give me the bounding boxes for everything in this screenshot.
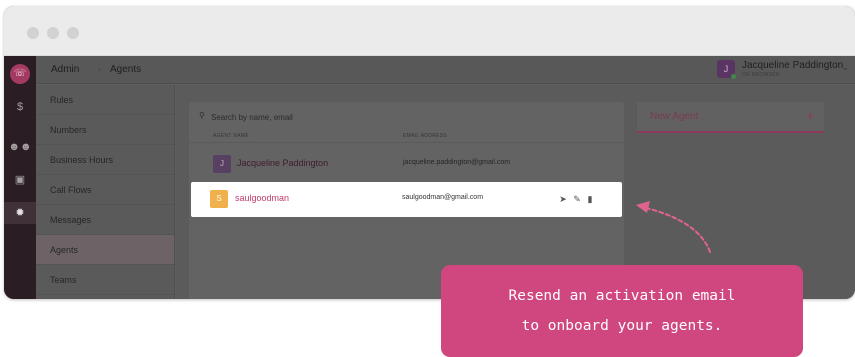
chevron-down-icon[interactable]: ⌄ bbox=[841, 62, 849, 73]
sidebar-item-numbers[interactable]: Numbers bbox=[36, 115, 174, 145]
search-bar: ⚲ bbox=[199, 110, 499, 124]
top-bar: Admin › Agents J Jacqueline Paddington O… bbox=[36, 56, 855, 84]
search-input[interactable] bbox=[211, 110, 491, 124]
breadcrumb-current: Agents bbox=[110, 64, 142, 75]
agent-email: jacqueline.paddington@gmail.com bbox=[403, 159, 511, 166]
icon-rail: ☏ $ ☻☻ ▣ ✹ bbox=[4, 56, 36, 299]
sidebar-item-call-flows[interactable]: Call Flows bbox=[36, 175, 174, 205]
avatar: J bbox=[213, 155, 231, 173]
app-window: ☏ $ ☻☻ ▣ ✹ Admin › Agents J Jacqueline P… bbox=[4, 6, 855, 299]
agent-name[interactable]: Jacqueline Paddington bbox=[237, 158, 328, 168]
avatar: S bbox=[210, 190, 228, 208]
online-status-dot bbox=[731, 74, 736, 79]
curved-arrow-icon bbox=[636, 201, 711, 253]
callout-line-1: Resend an activation email bbox=[508, 288, 736, 304]
id-card-icon[interactable]: ▣ bbox=[4, 169, 36, 191]
window-zoom-dot[interactable] bbox=[67, 27, 79, 39]
window-close-dot[interactable] bbox=[27, 27, 39, 39]
gear-icon[interactable]: ✹ bbox=[4, 202, 36, 224]
profile-menu[interactable]: J Jacqueline Paddington ON BROWSER ⌄ bbox=[717, 59, 849, 81]
profile-name: Jacqueline Paddington bbox=[742, 60, 844, 71]
agent-name[interactable]: saulgoodman bbox=[235, 193, 289, 203]
people-icon[interactable]: ☻☻ bbox=[4, 136, 36, 158]
agent-email: saulgoodman@gmail.com bbox=[402, 194, 484, 201]
row-actions: ➤ ✎ ▮ bbox=[557, 191, 597, 207]
phone-icon[interactable]: ☏ bbox=[10, 64, 30, 84]
divider bbox=[189, 142, 624, 143]
column-header-email: EMAIL ADDRESS bbox=[403, 133, 448, 139]
sidebar-item-teams[interactable]: Teams bbox=[36, 265, 174, 295]
table-row-highlighted[interactable]: S saulgoodman saulgoodman@gmail.com ➤ ✎ … bbox=[191, 182, 622, 217]
tooltip-callout: Resend an activation email to onboard yo… bbox=[441, 265, 803, 357]
sidebar-item-agents[interactable]: Agents bbox=[36, 235, 174, 265]
plus-icon: + bbox=[806, 108, 814, 123]
column-header-name: AGENT NAME bbox=[213, 133, 249, 139]
dollar-icon[interactable]: $ bbox=[4, 96, 36, 118]
breadcrumb-separator-icon: › bbox=[98, 64, 101, 74]
callout-line-2: to onboard your agents. bbox=[521, 318, 723, 334]
profile-status-text: ON BROWSER bbox=[742, 72, 780, 78]
pencil-icon[interactable]: ✎ bbox=[571, 191, 583, 207]
settings-sidebar: Rules Numbers Business Hours Call Flows … bbox=[36, 85, 175, 299]
window-titlebar bbox=[4, 6, 855, 56]
sidebar-item-rules[interactable]: Rules bbox=[36, 85, 174, 115]
breadcrumb-root[interactable]: Admin bbox=[51, 64, 79, 75]
new-agent-button[interactable]: New Agent + bbox=[637, 102, 824, 133]
sidebar-item-business-hours[interactable]: Business Hours bbox=[36, 145, 174, 175]
new-agent-label: New Agent bbox=[650, 111, 699, 122]
table-row[interactable]: J Jacqueline Paddington jacqueline.paddi… bbox=[213, 152, 613, 176]
window-minimize-dot[interactable] bbox=[47, 27, 59, 39]
sidebar-item-messages[interactable]: Messages bbox=[36, 205, 174, 235]
trash-icon[interactable]: ▮ bbox=[584, 191, 596, 207]
search-icon: ⚲ bbox=[199, 111, 205, 120]
send-icon[interactable]: ➤ bbox=[557, 191, 569, 207]
